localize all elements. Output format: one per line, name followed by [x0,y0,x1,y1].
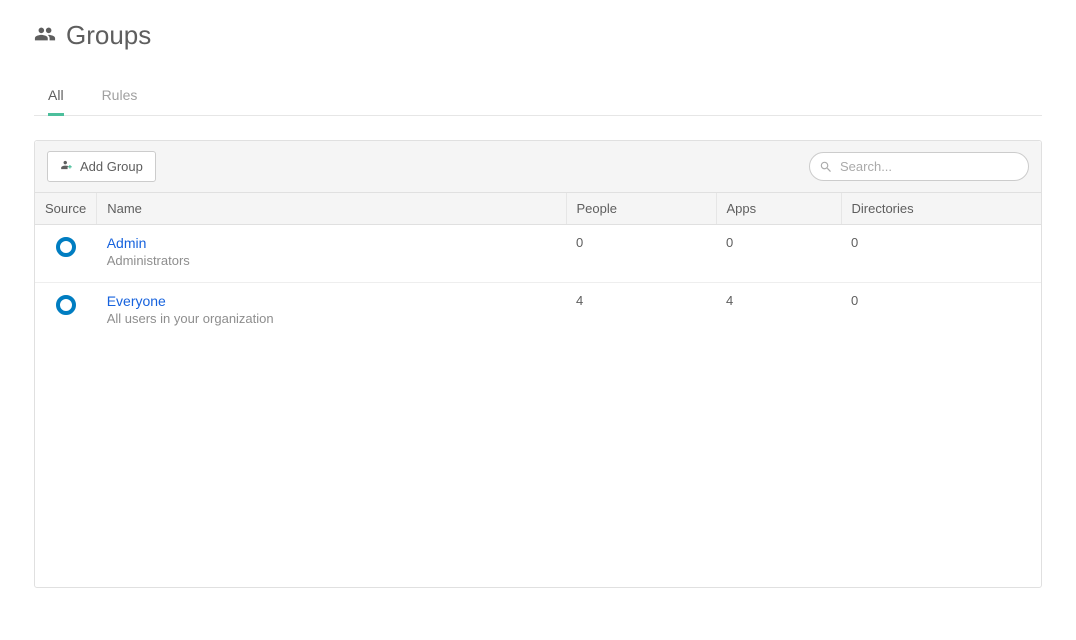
groups-table: Source Name People Apps Directories Admi… [35,193,1041,340]
page-header: Groups [34,20,1042,51]
tab-rules[interactable]: Rules [102,79,138,116]
people-cell: 4 [566,283,716,341]
group-name-link[interactable]: Admin [107,235,556,251]
search-input[interactable] [809,152,1029,181]
table-row: Admin Administrators 0 0 0 [35,225,1041,283]
groups-icon [34,23,56,48]
table-row: Everyone All users in your organization … [35,283,1041,341]
apps-cell: 0 [716,225,841,283]
people-cell: 0 [566,225,716,283]
group-description: Administrators [107,253,556,268]
add-group-button[interactable]: Add Group [47,151,156,182]
tab-all[interactable]: All [48,79,64,116]
directories-cell: 0 [841,283,1041,341]
col-directories: Directories [841,193,1041,225]
groups-panel: Add Group Source Name People Apps Direct… [34,140,1042,588]
search-wrap [809,152,1029,181]
add-group-label: Add Group [80,159,143,174]
apps-cell: 4 [716,283,841,341]
group-name-link[interactable]: Everyone [107,293,556,309]
col-name: Name [97,193,566,225]
toolbar: Add Group [35,141,1041,193]
source-icon [56,237,76,260]
col-source: Source [35,193,97,225]
directories-cell: 0 [841,225,1041,283]
source-icon [56,295,76,318]
group-description: All users in your organization [107,311,556,326]
col-people: People [566,193,716,225]
tabs: All Rules [34,79,1042,116]
col-apps: Apps [716,193,841,225]
page-title: Groups [66,20,151,51]
add-group-icon [60,158,74,175]
